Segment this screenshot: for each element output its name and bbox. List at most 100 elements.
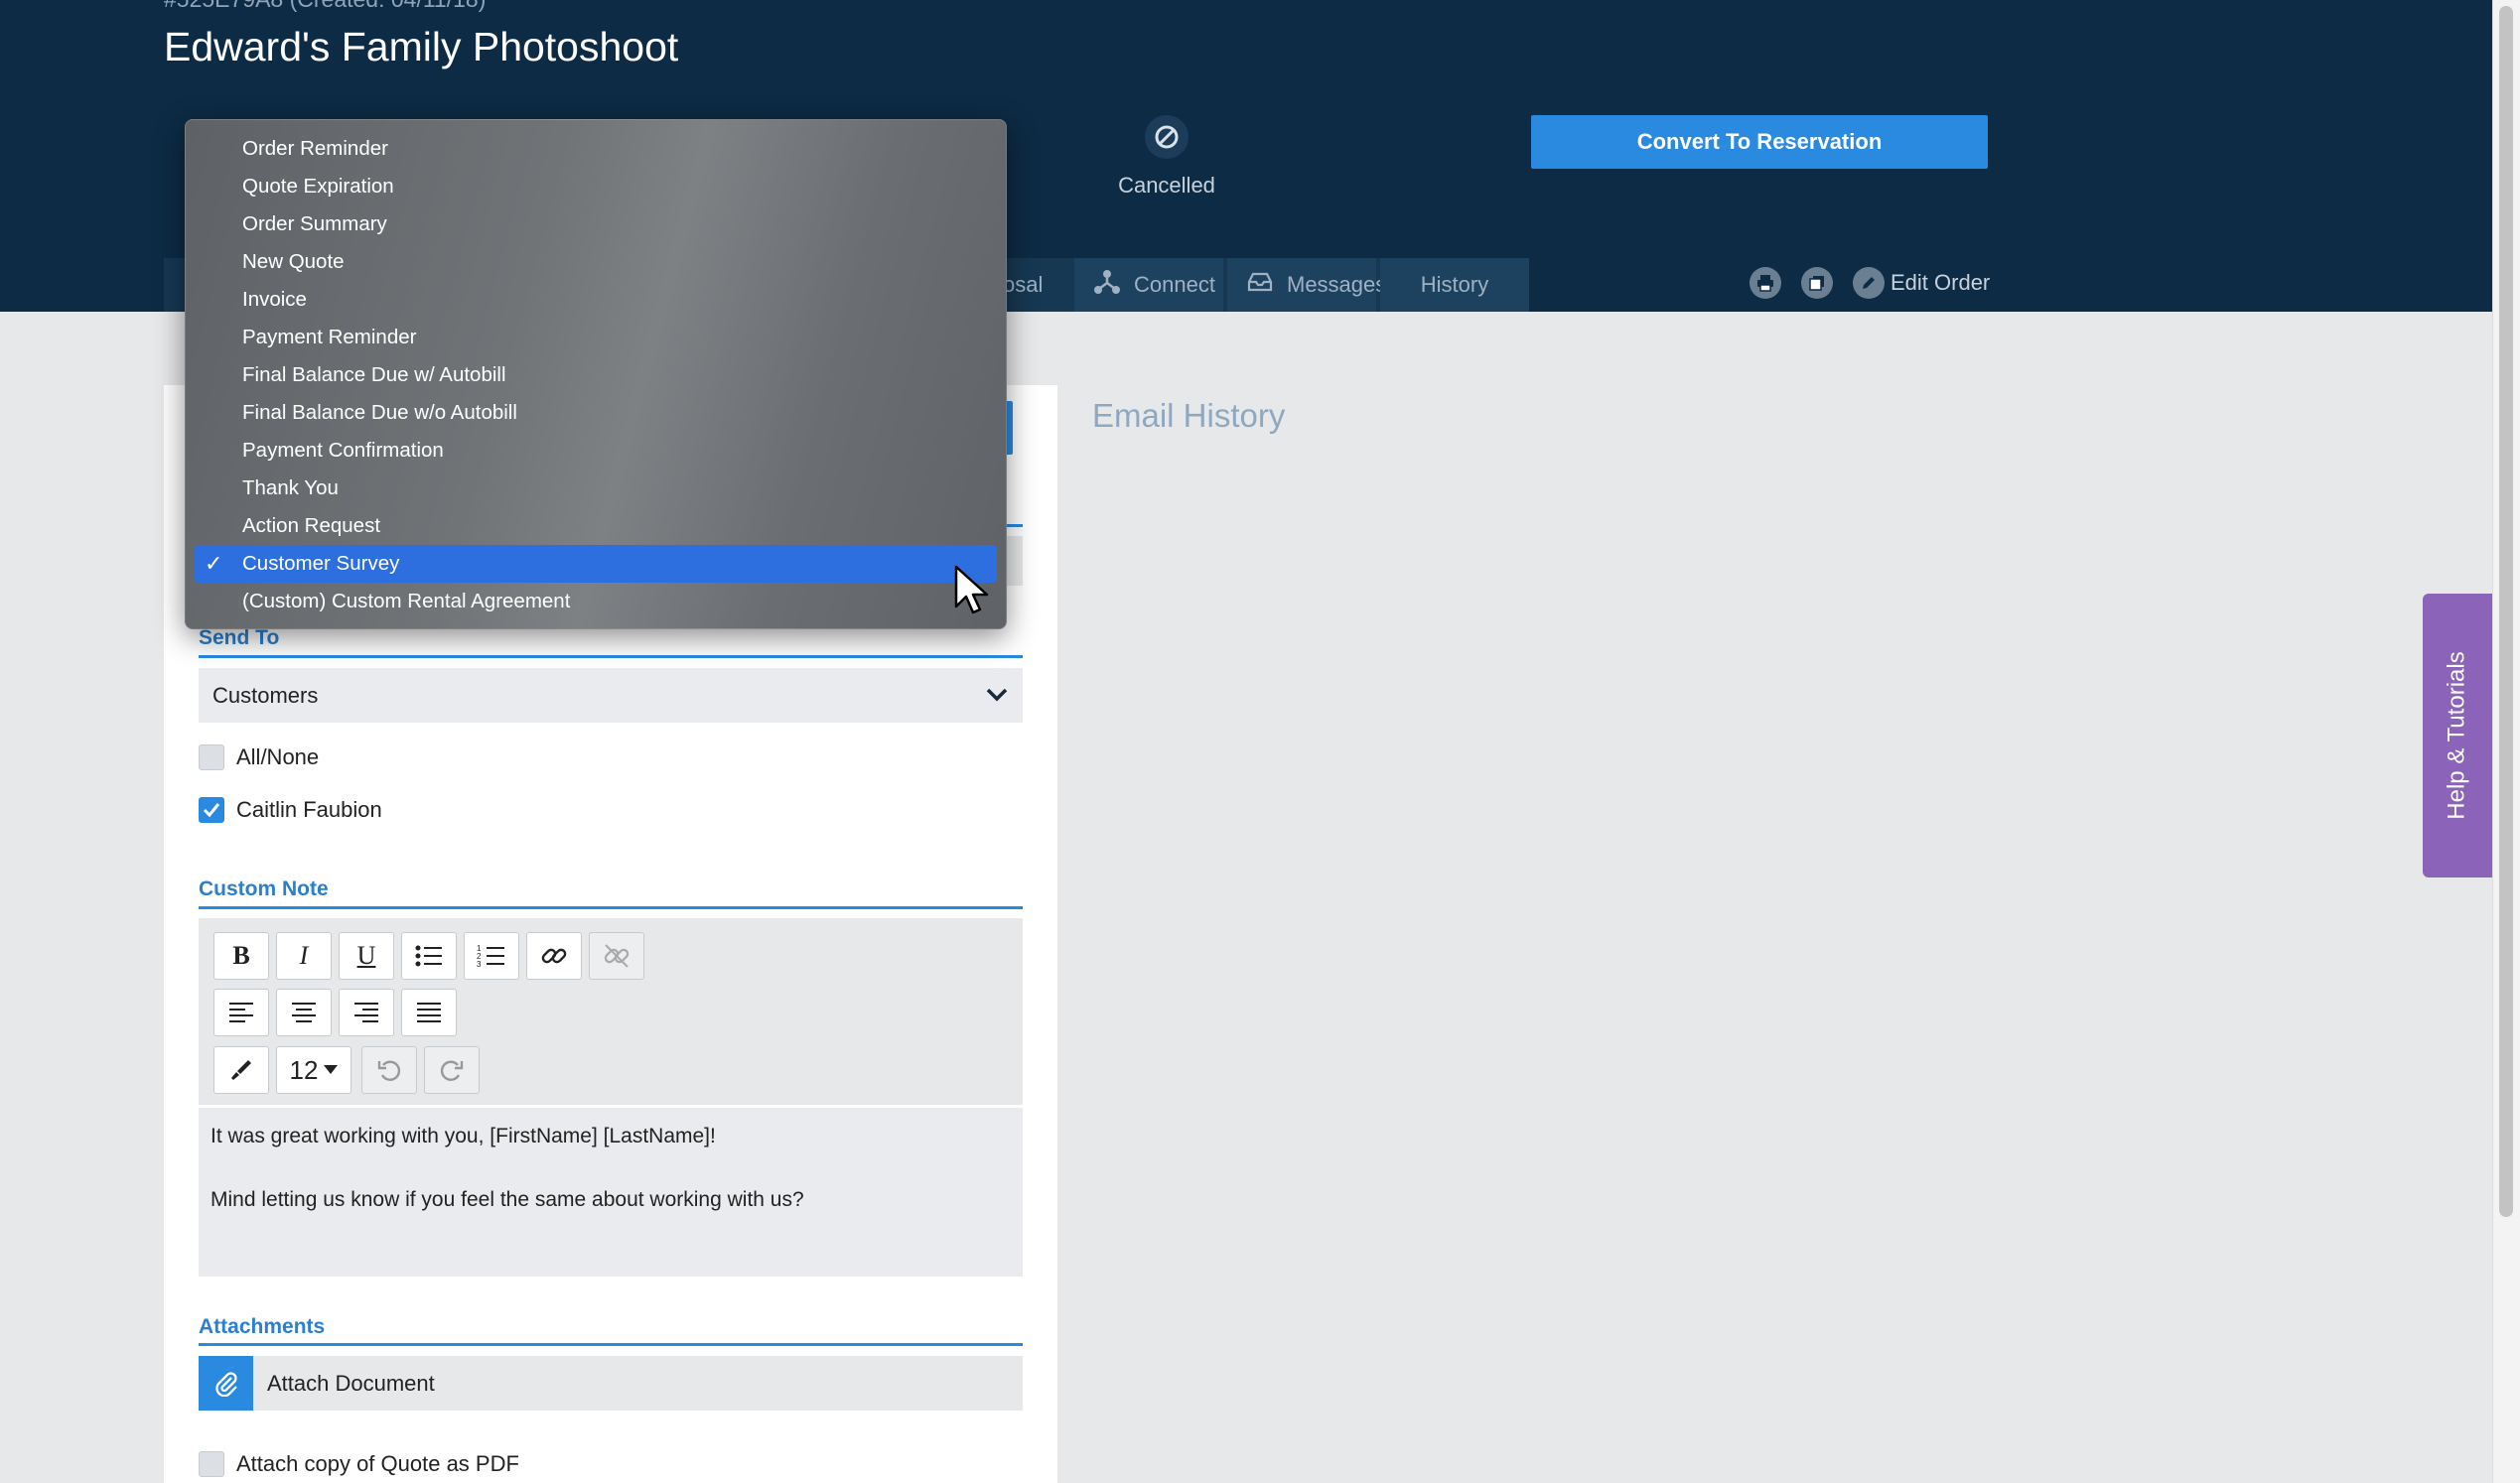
edit-order-link[interactable]: Edit Order [1890,270,1990,296]
numbered-list-icon: 123 [477,944,504,968]
all-none-checkbox-row[interactable]: All/None [199,744,319,770]
chevron-down-icon [985,683,1009,709]
unlink-button[interactable] [589,932,644,980]
dropdown-item[interactable]: Order Summary [195,205,997,243]
tab-history[interactable]: History [1380,258,1529,312]
email-template-dropdown: Order Reminder Quote Expiration Order Summ… [185,119,1007,629]
custom-note-label: Custom Note [199,877,329,900]
inbox-icon [1247,272,1273,298]
dropdown-item-label: New Quote [242,250,345,273]
attach-pdf-checkbox-row[interactable]: Attach copy of Quote as PDF [199,1451,519,1477]
section-divider [199,1343,1023,1346]
recipient-checkbox[interactable] [199,797,224,823]
dropdown-item[interactable]: New Quote [195,243,997,281]
page-title: Edward's Family Photoshoot [164,24,679,69]
recipient-checkbox-row[interactable]: Caitlin Faubion [199,797,382,823]
tab-connect[interactable]: Connect [1074,258,1223,312]
dropdown-item[interactable]: Invoice [195,281,997,319]
align-right-icon [354,1003,378,1022]
dropdown-item-label: (Custom) Custom Rental Agreement [242,590,571,612]
dropdown-item[interactable]: Quote Expiration [195,168,997,205]
status-label: Cancelled [1118,173,1215,198]
undo-button[interactable] [361,1046,417,1094]
dropdown-item[interactable]: Final Balance Due w/ Autobill [195,356,997,394]
dropdown-item[interactable]: Payment Reminder [195,319,997,356]
underline-button[interactable]: U [339,932,394,980]
justify-icon [417,1003,441,1022]
dropdown-item-label: Payment Confirmation [242,439,444,462]
help-tab-label: Help & Tutorials [2444,651,2470,820]
all-none-checkbox[interactable] [199,744,224,770]
order-meta: #525E79A8 (Created: 04/11/18) [164,0,486,13]
numbered-list-button[interactable]: 123 [464,932,519,980]
custom-note-editor[interactable]: It was great working with you, [FirstNam… [199,1108,1023,1277]
link-icon [541,948,567,964]
attach-document-label: Attach Document [267,1370,435,1396]
align-center-icon [292,1003,316,1022]
bullet-list-button[interactable] [401,932,457,980]
link-button[interactable] [526,932,582,980]
section-divider [199,655,1023,658]
page: #525E79A8 (Created: 04/11/18) Edward's F… [0,0,2492,1483]
justify-button[interactable] [401,989,457,1036]
dropdown-item[interactable]: Order Reminder [195,130,997,168]
dropdown-item[interactable]: Final Balance Due w/o Autobill [195,394,997,432]
undo-icon [377,1060,401,1081]
send-to-select[interactable]: Customers [199,668,1023,723]
tab-label: Connect [1134,272,1215,297]
align-left-button[interactable] [213,989,269,1036]
attach-pdf-checkbox[interactable] [199,1451,224,1477]
tab-messages[interactable]: Messages [1227,258,1386,312]
align-right-button[interactable] [339,989,394,1036]
convert-to-reservation-button[interactable]: Convert To Reservation [1531,115,1988,169]
dropdown-item[interactable]: Action Request [195,507,997,545]
attach-document-button[interactable]: Attach Document [199,1356,1023,1411]
font-size-select[interactable]: 12 [276,1046,351,1094]
dropdown-item[interactable]: ✓ Customer Survey [195,545,997,583]
send-to-value: Customers [212,682,319,708]
duplicate-icon[interactable] [1801,267,1833,299]
dropdown-item-label: Payment Reminder [242,326,417,348]
page-scrollbar[interactable] [2492,0,2520,1483]
dropdown-item-label: Order Reminder [242,137,388,160]
all-none-label: All/None [236,744,320,769]
dropdown-item[interactable]: (Custom) Custom Rental Agreement [195,583,997,620]
note-line: It was great working with you, [FirstNam… [210,1125,716,1147]
dropdown-item-label: Thank You [242,476,339,499]
email-history-title: Email History [1092,397,1286,434]
dropdown-item[interactable]: Payment Confirmation [195,432,997,470]
dropdown-item-label: Order Summary [242,212,387,235]
italic-button[interactable]: I [276,932,332,980]
align-center-button[interactable] [276,989,332,1036]
dropdown-item[interactable]: Thank You [195,470,997,507]
checkmark-icon: ✓ [205,551,223,576]
tab-label: osal [1003,272,1044,297]
dropdown-item-label: Final Balance Due w/o Autobill [242,401,517,424]
section-divider [199,906,1023,909]
tab-label: History [1420,272,1489,297]
status-step-cancelled[interactable]: Cancelled [1077,115,1256,199]
edit-icon[interactable] [1853,267,1885,299]
dropdown-item-label: Final Balance Due w/ Autobill [242,363,506,386]
font-size-value: 12 [289,1054,319,1085]
help-tutorials-tab[interactable]: Help & Tutorials [2423,594,2492,877]
editor-toolbar: B I U 123 12 [199,918,1023,1105]
note-line: Mind letting us know if you feel the sam… [210,1188,804,1211]
mouse-cursor-icon [953,564,989,622]
connect-icon [1094,269,1120,301]
bullet-list-icon [415,945,442,967]
text-color-button[interactable] [213,1046,269,1094]
caret-down-icon [324,1065,339,1074]
unlink-icon [604,944,630,968]
print-icon[interactable] [1750,267,1781,299]
bold-button[interactable]: B [213,932,269,980]
scrollbar-thumb[interactable] [2499,6,2513,1217]
dropdown-item-label: Action Request [242,514,381,537]
recipient-label: Caitlin Faubion [236,797,382,822]
align-left-icon [229,1003,253,1022]
dropdown-item-label: Customer Survey [242,552,400,575]
brush-icon [231,1060,251,1080]
redo-button[interactable] [424,1046,480,1094]
svg-text:3: 3 [477,960,482,968]
send-to-label: Send To [199,626,280,649]
